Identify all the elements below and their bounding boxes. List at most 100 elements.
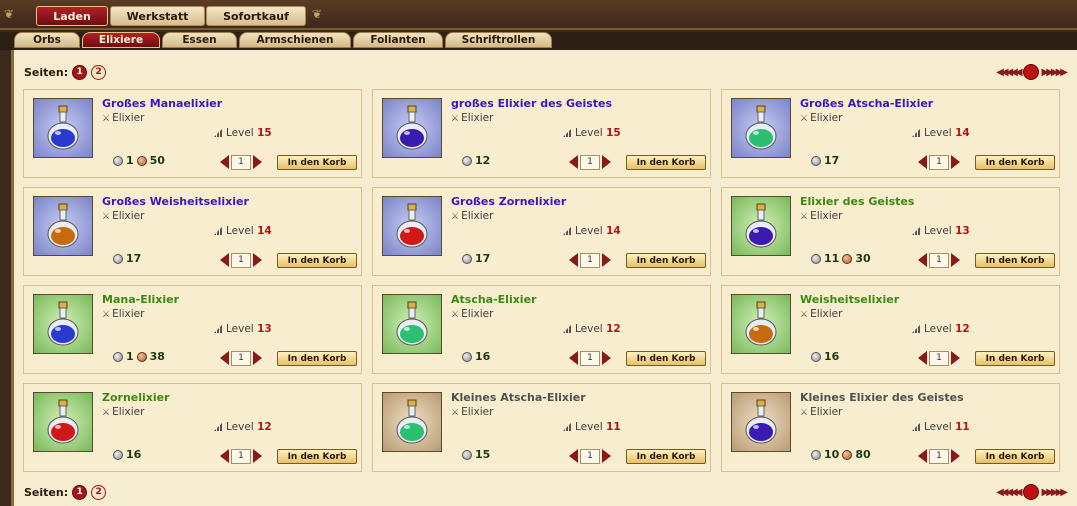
item-image[interactable] <box>33 196 93 256</box>
add-to-cart-button[interactable]: In den Korb <box>277 155 357 170</box>
item-image[interactable] <box>33 392 93 452</box>
item-name[interactable]: Großes Atscha-Elixier <box>800 97 933 110</box>
quantity-input[interactable]: 1 <box>580 154 600 170</box>
item-name[interactable]: Weisheitselixier <box>800 293 899 306</box>
item-name[interactable]: Großes Manaelixier <box>102 97 222 110</box>
add-to-cart-button[interactable]: In den Korb <box>626 253 706 268</box>
item-name[interactable]: Zornelixier <box>102 391 170 404</box>
increase-arrow-icon[interactable] <box>253 449 262 463</box>
price-silver: 1 <box>126 154 134 167</box>
add-to-cart-button[interactable]: In den Korb <box>626 449 706 464</box>
item-image[interactable] <box>731 196 791 256</box>
decrease-arrow-icon[interactable] <box>220 155 229 169</box>
level-value: 11 <box>606 421 621 433</box>
item-type-label: Elixier <box>461 406 494 418</box>
item-image[interactable] <box>731 98 791 158</box>
item-image[interactable] <box>382 98 442 158</box>
quantity-input[interactable]: 1 <box>580 448 600 464</box>
decrease-arrow-icon[interactable] <box>918 155 927 169</box>
increase-arrow-icon[interactable] <box>602 253 611 267</box>
quantity-input[interactable]: 1 <box>929 154 949 170</box>
item-image[interactable] <box>731 294 791 354</box>
page-1-button[interactable]: 1 <box>72 64 88 80</box>
quantity-stepper: 1 <box>569 350 611 366</box>
item-image[interactable] <box>731 392 791 452</box>
increase-arrow-icon[interactable] <box>602 155 611 169</box>
page-2-button[interactable]: 2 <box>91 64 107 80</box>
level-value: 13 <box>257 323 272 335</box>
item-name[interactable]: Mana-Elixier <box>102 293 179 306</box>
tab-orbs[interactable]: Orbs <box>14 32 80 48</box>
increase-arrow-icon[interactable] <box>253 351 262 365</box>
tab-sofortkauf[interactable]: Sofortkauf <box>206 6 306 26</box>
increase-arrow-icon[interactable] <box>951 351 960 365</box>
prev-arrows-icon[interactable]: ◀◀◀◀◀ <box>996 67 1023 78</box>
increase-arrow-icon[interactable] <box>951 155 960 169</box>
item-name[interactable]: Großes Weisheitselixier <box>102 195 249 208</box>
quantity-input[interactable]: 1 <box>231 154 251 170</box>
increase-arrow-icon[interactable] <box>253 155 262 169</box>
item-image[interactable] <box>33 294 93 354</box>
item-name[interactable]: Kleines Atscha-Elixier <box>451 391 586 404</box>
decrease-arrow-icon[interactable] <box>569 253 578 267</box>
decrease-arrow-icon[interactable] <box>918 449 927 463</box>
add-to-cart-button[interactable]: In den Korb <box>975 351 1055 366</box>
decrease-arrow-icon[interactable] <box>220 253 229 267</box>
item-name[interactable]: Großes Zornelixier <box>451 195 566 208</box>
add-to-cart-button[interactable]: In den Korb <box>626 155 706 170</box>
add-to-cart-button[interactable]: In den Korb <box>626 351 706 366</box>
quantity-input[interactable]: 1 <box>929 252 949 268</box>
decrease-arrow-icon[interactable] <box>569 351 578 365</box>
page-1-button[interactable]: 1 <box>72 484 88 500</box>
tab-schriftrollen[interactable]: Schriftrollen <box>445 32 552 48</box>
item-image[interactable] <box>382 392 442 452</box>
quantity-input[interactable]: 1 <box>231 252 251 268</box>
add-to-cart-button[interactable]: In den Korb <box>277 253 357 268</box>
decrease-arrow-icon[interactable] <box>569 155 578 169</box>
increase-arrow-icon[interactable] <box>602 351 611 365</box>
tab-elixiere[interactable]: Elixiere <box>82 32 160 48</box>
tab-armschienen[interactable]: Armschienen <box>239 32 351 48</box>
pager-bottom: Seiten: 1 2 <box>24 483 107 501</box>
increase-arrow-icon[interactable] <box>602 449 611 463</box>
item-name[interactable]: Atscha-Elixier <box>451 293 536 306</box>
add-to-cart-button[interactable]: In den Korb <box>277 449 357 464</box>
item-level: Level 12 <box>912 323 970 335</box>
next-arrows-icon[interactable]: ▶▶▶▶▶ <box>1042 487 1069 498</box>
item-image[interactable] <box>382 196 442 256</box>
add-to-cart-button[interactable]: In den Korb <box>975 449 1055 464</box>
add-to-cart-button[interactable]: In den Korb <box>975 253 1055 268</box>
increase-arrow-icon[interactable] <box>253 253 262 267</box>
next-arrows-icon[interactable]: ▶▶▶▶▶ <box>1042 67 1069 78</box>
item-name[interactable]: großes Elixier des Geistes <box>451 97 612 110</box>
decrease-arrow-icon[interactable] <box>220 449 229 463</box>
quantity-input[interactable]: 1 <box>929 448 949 464</box>
ornament-icon: ❦ <box>4 7 15 21</box>
item-card: Atscha-Elixier ⚔ Elixier Level 12 16 1 In… <box>372 285 711 374</box>
item-image[interactable] <box>382 294 442 354</box>
tab-laden[interactable]: Laden <box>36 6 108 26</box>
add-to-cart-button[interactable]: In den Korb <box>277 351 357 366</box>
decrease-arrow-icon[interactable] <box>569 449 578 463</box>
page-2-button[interactable]: 2 <box>91 484 107 500</box>
add-to-cart-button[interactable]: In den Korb <box>975 155 1055 170</box>
item-type: ⚔ Elixier <box>800 406 842 418</box>
signal-bars-icon <box>214 226 223 235</box>
tab-folianten[interactable]: Folianten <box>353 32 443 48</box>
decrease-arrow-icon[interactable] <box>918 253 927 267</box>
quantity-input[interactable]: 1 <box>231 448 251 464</box>
item-name[interactable]: Elixier des Geistes <box>800 195 914 208</box>
quantity-input[interactable]: 1 <box>929 350 949 366</box>
item-name[interactable]: Kleines Elixier des Geistes <box>800 391 964 404</box>
increase-arrow-icon[interactable] <box>951 449 960 463</box>
tab-werkstatt[interactable]: Werkstatt <box>110 6 205 26</box>
quantity-input[interactable]: 1 <box>580 350 600 366</box>
quantity-input[interactable]: 1 <box>580 252 600 268</box>
tab-essen[interactable]: Essen <box>162 32 237 48</box>
item-image[interactable] <box>33 98 93 158</box>
decrease-arrow-icon[interactable] <box>220 351 229 365</box>
increase-arrow-icon[interactable] <box>951 253 960 267</box>
prev-arrows-icon[interactable]: ◀◀◀◀◀ <box>996 487 1023 498</box>
decrease-arrow-icon[interactable] <box>918 351 927 365</box>
quantity-input[interactable]: 1 <box>231 350 251 366</box>
